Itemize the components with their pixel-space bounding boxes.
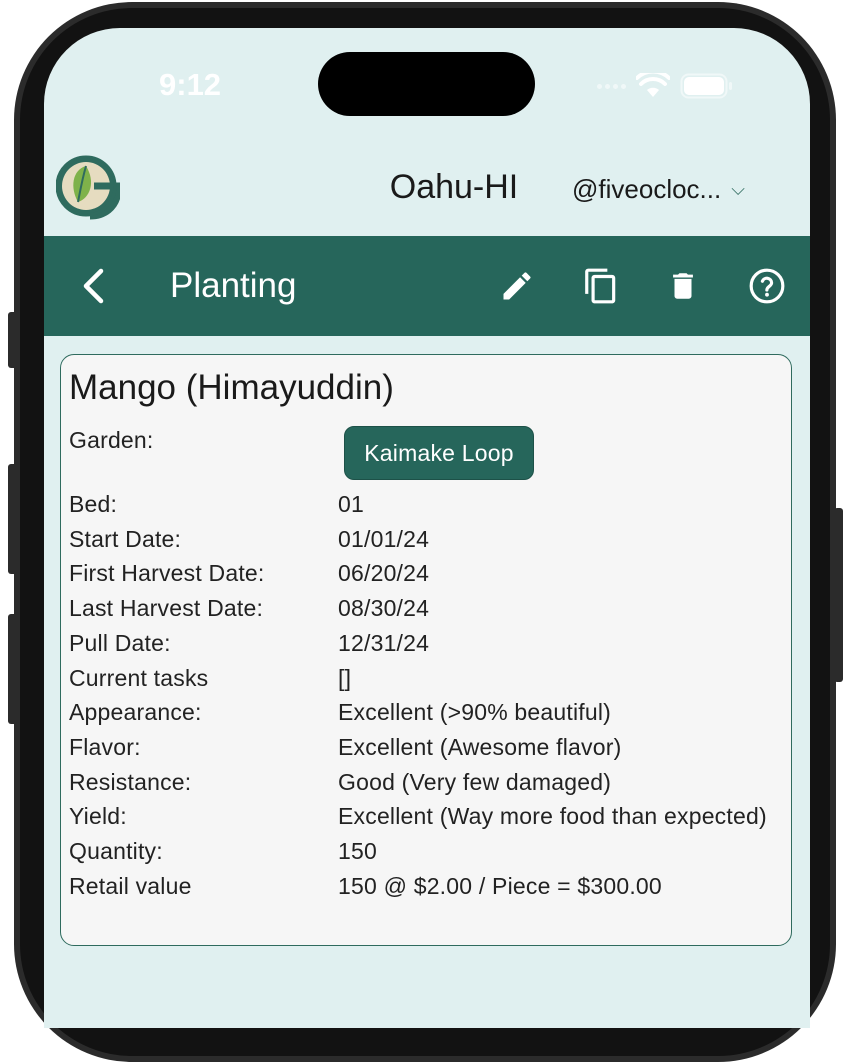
detail-label: Current tasks (69, 664, 209, 691)
garden-button[interactable]: Kaimake Loop (344, 426, 534, 480)
app-logo-icon[interactable] (55, 152, 122, 220)
detail-label: Resistance: (69, 768, 192, 795)
detail-row: Last Harvest Date: 08/30/24 (69, 591, 785, 626)
detail-value: 01 (338, 491, 364, 517)
detail-value: 150 (338, 838, 377, 865)
detail-value: Excellent (Awesome flavor) (338, 733, 622, 760)
detail-row: Resistance: Good (Very few damaged) (69, 765, 785, 800)
toolbar: Planting (44, 236, 810, 336)
detail-row: First Harvest Date: 06/20/24 (69, 556, 785, 591)
status-icons (597, 73, 734, 99)
detail-value: [] (338, 664, 352, 691)
detail-row: Quantity: 150 (69, 834, 785, 869)
detail-value: Excellent (Way more food than expected) (338, 803, 767, 830)
planting-name: Mango (Himayuddin) (69, 368, 394, 407)
detail-label: Flavor: (69, 733, 141, 760)
detail-row: Bed: 01 (69, 487, 785, 522)
delete-button[interactable] (658, 236, 708, 336)
location-title: Oahu-HI (389, 168, 519, 206)
detail-row: Pull Date: 12/31/24 (69, 626, 785, 661)
detail-value: 150 @ $2.00 / Piece = $300.00 (338, 872, 662, 899)
copy-button[interactable] (576, 236, 626, 336)
detail-row: Start Date: 01/01/24 (69, 522, 785, 557)
detail-row: Flavor: Excellent (Awesome flavor) (69, 730, 785, 765)
detail-row: Retail value 150 @ $2.00 / Piece = $300.0… (69, 869, 785, 904)
chevron-down-icon: ⌵ (731, 179, 745, 199)
detail-value: 08/30/24 (338, 595, 430, 622)
battery-icon (680, 73, 732, 99)
detail-label: Yield: (69, 803, 127, 830)
garden-label: Garden: (69, 427, 154, 453)
edit-button[interactable] (492, 236, 542, 336)
page-title: Planting (170, 266, 297, 305)
wifi-icon (636, 73, 670, 97)
detail-value: 06/20/24 (338, 560, 430, 587)
copy-icon (585, 268, 616, 304)
trash-icon (673, 273, 693, 299)
detail-value: 12/31/24 (338, 629, 430, 656)
detail-label: Retail value (69, 872, 192, 899)
detail-row: Current tasks [] (69, 661, 785, 696)
pencil-icon (503, 272, 531, 300)
detail-label: Quantity: (69, 838, 163, 865)
side-button-left-2 (8, 464, 17, 574)
planting-details: Bed: 01 Start Date: 01/01/24 First Harvest D… (69, 487, 785, 903)
side-button-left-3 (8, 614, 17, 724)
status-time: 9:12 (159, 67, 222, 102)
detail-value: Good (Very few damaged) (338, 768, 612, 795)
detail-label: Start Date: (69, 525, 182, 552)
planting-card: Mango (Himayuddin) Garden: Kaimake Loop … (60, 354, 792, 946)
detail-label: First Harvest Date: (69, 560, 265, 587)
detail-label: Bed: (69, 491, 118, 517)
side-button-left-1 (8, 312, 17, 368)
user-handle: @fiveocloc... (572, 174, 722, 204)
signal-icon (597, 83, 626, 89)
detail-label: Pull Date: (69, 629, 171, 656)
chevron-left-icon (83, 268, 104, 304)
detail-label: Appearance: (69, 699, 202, 726)
user-menu[interactable]: @fiveocloc... ⌵ (572, 174, 745, 205)
detail-row: Yield: Excellent (Way more food than expe… (69, 799, 785, 834)
detail-label: Last Harvest Date: (69, 595, 264, 622)
help-circle-icon (749, 268, 785, 304)
detail-row: Appearance: Excellent (>90% beautiful) (69, 695, 785, 730)
detail-value: 01/01/24 (338, 525, 430, 552)
app-screen: 9:12 Oahu-HI @fiveocloc... ⌵ Planting Ma… (44, 28, 810, 1028)
detail-value: Excellent (>90% beautiful) (338, 699, 612, 726)
help-button[interactable] (742, 236, 792, 336)
side-button-right (834, 508, 843, 682)
back-button[interactable] (68, 236, 118, 336)
dynamic-island (318, 52, 535, 116)
